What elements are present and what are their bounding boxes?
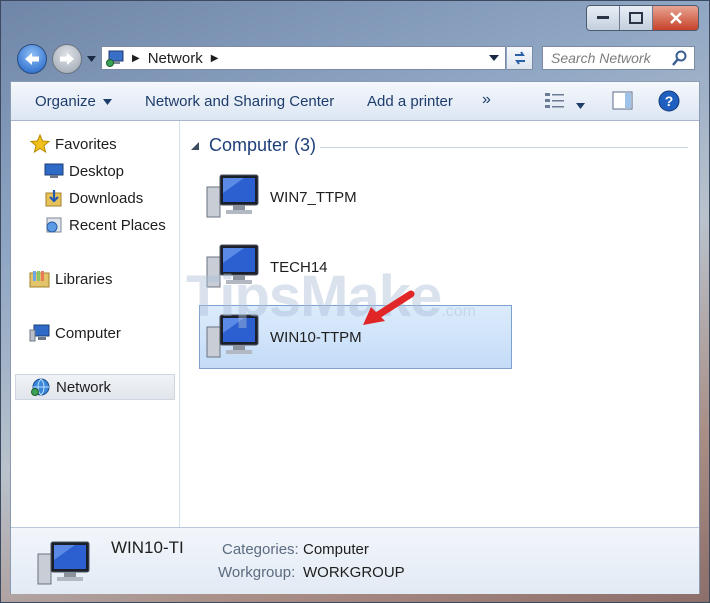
sidebar-item-label: Desktop <box>69 162 125 180</box>
sidebar-item-desktop[interactable]: Desktop <box>15 158 175 184</box>
sidebar-item-label: Favorites <box>55 135 117 153</box>
minimize-button[interactable] <box>587 6 620 30</box>
preview-pane-button[interactable] <box>612 91 634 115</box>
network-icon <box>30 377 52 397</box>
group-header-computer[interactable]: Computer (3) <box>190 135 316 156</box>
watermark: TipsMake.com <box>186 263 476 330</box>
sidebar-item-network[interactable]: Network <box>15 374 175 400</box>
recent-pages-dropdown-icon[interactable] <box>87 56 96 62</box>
title-bar <box>1 1 709 39</box>
item-label: WIN7_TTPM <box>270 188 357 206</box>
recent-places-icon <box>43 215 65 235</box>
sidebar-item-label: Recent Places <box>69 216 166 234</box>
view-details-icon <box>545 93 564 108</box>
close-icon <box>669 12 682 24</box>
organize-label: Organize <box>35 93 96 110</box>
sidebar-item-label: Computer <box>55 324 121 342</box>
chevron-down-icon <box>576 103 585 109</box>
change-view-button[interactable] <box>544 91 566 113</box>
network-sharing-center-button[interactable]: Network and Sharing Center <box>145 93 334 110</box>
collapse-group-icon[interactable] <box>190 141 200 151</box>
sidebar-item-libraries[interactable]: Libraries <box>15 266 175 292</box>
preview-pane-icon <box>612 91 633 110</box>
address-bar[interactable]: ▶ Network ▶ <box>101 46 506 70</box>
help-icon: ? <box>658 90 680 112</box>
computer-icon <box>204 173 262 221</box>
back-arrow-icon <box>25 53 39 65</box>
downloads-icon <box>43 188 65 208</box>
breadcrumb-network[interactable]: Network <box>148 50 203 67</box>
address-dropdown-icon[interactable] <box>489 55 499 61</box>
caption-buttons <box>586 5 699 31</box>
watermark-suffix: .com <box>441 303 476 320</box>
organize-button[interactable]: Organize <box>35 93 113 110</box>
search-placeholder: Search Network <box>551 50 651 66</box>
sidebar-item-computer[interactable]: Computer <box>15 320 175 346</box>
forward-button[interactable] <box>52 44 82 74</box>
star-icon <box>29 134 51 154</box>
sidebar-item-downloads[interactable]: Downloads <box>15 185 175 211</box>
navigation-pane: Favorites Desktop Downloads Recent Place… <box>11 121 180 527</box>
svg-text:?: ? <box>665 93 674 109</box>
details-workgroup-value: WORKGROUP <box>303 564 405 581</box>
maximize-icon <box>629 12 643 24</box>
forward-arrow-icon <box>60 53 74 65</box>
search-icon[interactable] <box>672 50 688 66</box>
details-categories-label: Categories: <box>222 541 299 558</box>
minimize-icon <box>597 16 609 19</box>
add-printer-button[interactable]: Add a printer <box>367 93 453 110</box>
content-pane: Organize Network and Sharing Center Add … <box>10 81 700 594</box>
explorer-window: ▶ Network ▶ Search Network Organize Netw… <box>0 0 710 603</box>
details-item-name: WIN10-TI <box>111 538 184 557</box>
sidebar-item-label: Libraries <box>55 270 113 288</box>
group-divider <box>320 147 688 148</box>
details-workgroup-label: Workgroup: <box>218 564 296 581</box>
navigation-bar: ▶ Network ▶ Search Network <box>1 39 709 81</box>
breadcrumb-separator-icon[interactable]: ▶ <box>132 53 140 64</box>
details-pane: WIN10-TI Categories: Computer Workgroup:… <box>11 527 699 594</box>
refresh-button[interactable] <box>507 46 533 70</box>
network-location-icon <box>106 49 126 67</box>
network-computer-item[interactable]: WIN7_TTPM <box>200 165 512 229</box>
command-bar: Organize Network and Sharing Center Add … <box>11 82 699 121</box>
details-computer-icon <box>35 540 93 592</box>
computer-icon <box>29 323 51 343</box>
breadcrumb-separator-icon[interactable]: ▶ <box>211 53 219 64</box>
search-input[interactable]: Search Network <box>542 46 695 70</box>
group-count: (3) <box>294 135 317 155</box>
group-title: Computer <box>209 135 289 155</box>
sidebar-item-label: Network <box>56 378 112 396</box>
maximize-button[interactable] <box>620 6 653 30</box>
sidebar-item-label: Downloads <box>69 189 144 207</box>
desktop-icon <box>43 161 65 181</box>
sidebar-item-favorites[interactable]: Favorites <box>15 131 175 157</box>
more-commands-button[interactable]: » <box>482 91 491 109</box>
refresh-icon <box>514 51 525 65</box>
annotation-arrow-icon <box>363 290 415 325</box>
close-button[interactable] <box>653 6 698 30</box>
details-categories-value: Computer <box>303 541 369 558</box>
sidebar-item-recent-places[interactable]: Recent Places <box>15 212 175 238</box>
item-label: WIN10-TTPM <box>270 328 362 346</box>
chevron-down-icon <box>103 99 113 106</box>
view-options-dropdown[interactable] <box>576 96 585 113</box>
libraries-icon <box>29 269 51 289</box>
back-button[interactable] <box>17 44 47 74</box>
help-button[interactable]: ? <box>658 90 680 116</box>
